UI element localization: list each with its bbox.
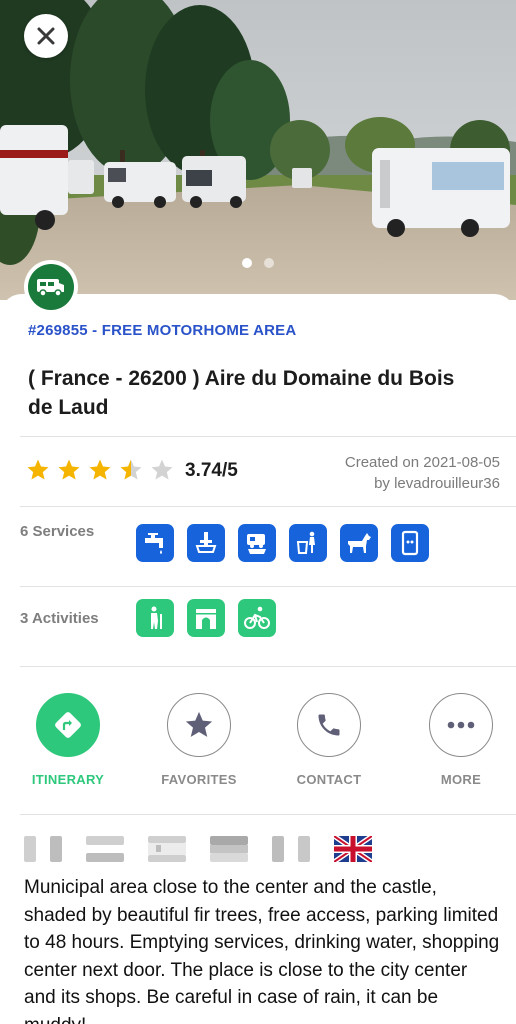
more-label: MORE (440, 772, 482, 787)
carousel-dot[interactable] (242, 258, 252, 268)
contact-button[interactable]: CONTACT (279, 693, 379, 787)
services-label: 6 Services (20, 523, 95, 540)
itinerary-label: ITINERARY (31, 772, 105, 787)
star-icon (27, 459, 49, 480)
cycling-icon[interactable] (238, 599, 276, 637)
more-button[interactable]: MORE (411, 693, 511, 787)
photo-image (0, 0, 516, 300)
description-text: Municipal area close to the center and t… (24, 877, 500, 1024)
favorites-button[interactable]: FAVORITES (149, 693, 249, 787)
activities-list (136, 599, 276, 637)
page-title: ( France - 26200 ) Aire du Domaine du Bo… (28, 367, 455, 419)
france-flag-icon[interactable] (24, 836, 62, 862)
rating-value: 3.74/5 (185, 460, 238, 481)
netherlands-flag-icon[interactable] (86, 836, 124, 862)
water-tap-icon[interactable] (136, 524, 174, 562)
spain-flag-icon[interactable] (148, 836, 186, 862)
carousel-dots (0, 258, 516, 268)
divider (20, 506, 516, 507)
trash-icon[interactable] (289, 524, 327, 562)
divider (20, 586, 516, 587)
carousel-dot[interactable] (264, 258, 274, 268)
created-date: Created on 2021-08-05 (344, 454, 500, 471)
divider (20, 814, 516, 815)
italy-flag-icon[interactable] (272, 836, 310, 862)
monument-icon[interactable] (187, 599, 225, 637)
star-icon (185, 711, 213, 737)
electricity-icon[interactable] (391, 524, 429, 562)
empty-star-icon (151, 459, 173, 480)
star-rating[interactable] (26, 458, 174, 482)
germany-flag-icon[interactable] (210, 836, 248, 862)
hero-photo[interactable] (0, 0, 516, 300)
close-button[interactable] (24, 14, 68, 58)
area-id-label: #269855 - FREE MOTORHOME AREA (28, 322, 297, 339)
motorhome-icon (37, 279, 64, 297)
black-water-drain-icon[interactable] (238, 524, 276, 562)
language-selector (24, 836, 372, 862)
created-info: Created on 2021-08-05 by levadrouilleur3… (345, 452, 500, 494)
more-icon (447, 721, 475, 729)
itinerary-button[interactable]: ITINERARY (18, 693, 118, 787)
uk-flag-icon[interactable] (334, 836, 372, 862)
grey-water-drain-icon[interactable] (187, 524, 225, 562)
area-type-badge (24, 260, 78, 314)
hiking-icon[interactable] (136, 599, 174, 637)
activities-label: 3 Activities (20, 610, 99, 627)
phone-icon (318, 714, 340, 736)
pets-allowed-icon[interactable] (340, 524, 378, 562)
contact-label: CONTACT (296, 772, 362, 787)
favorites-label: FAVORITES (161, 772, 237, 787)
directions-icon (55, 712, 81, 738)
star-icon (58, 459, 80, 480)
star-icon (89, 459, 111, 480)
divider (20, 666, 516, 667)
created-author[interactable]: by levadrouilleur36 (345, 473, 500, 494)
divider (20, 436, 516, 437)
half-star-icon (120, 459, 142, 480)
services-list (136, 524, 429, 562)
close-icon (37, 27, 55, 45)
